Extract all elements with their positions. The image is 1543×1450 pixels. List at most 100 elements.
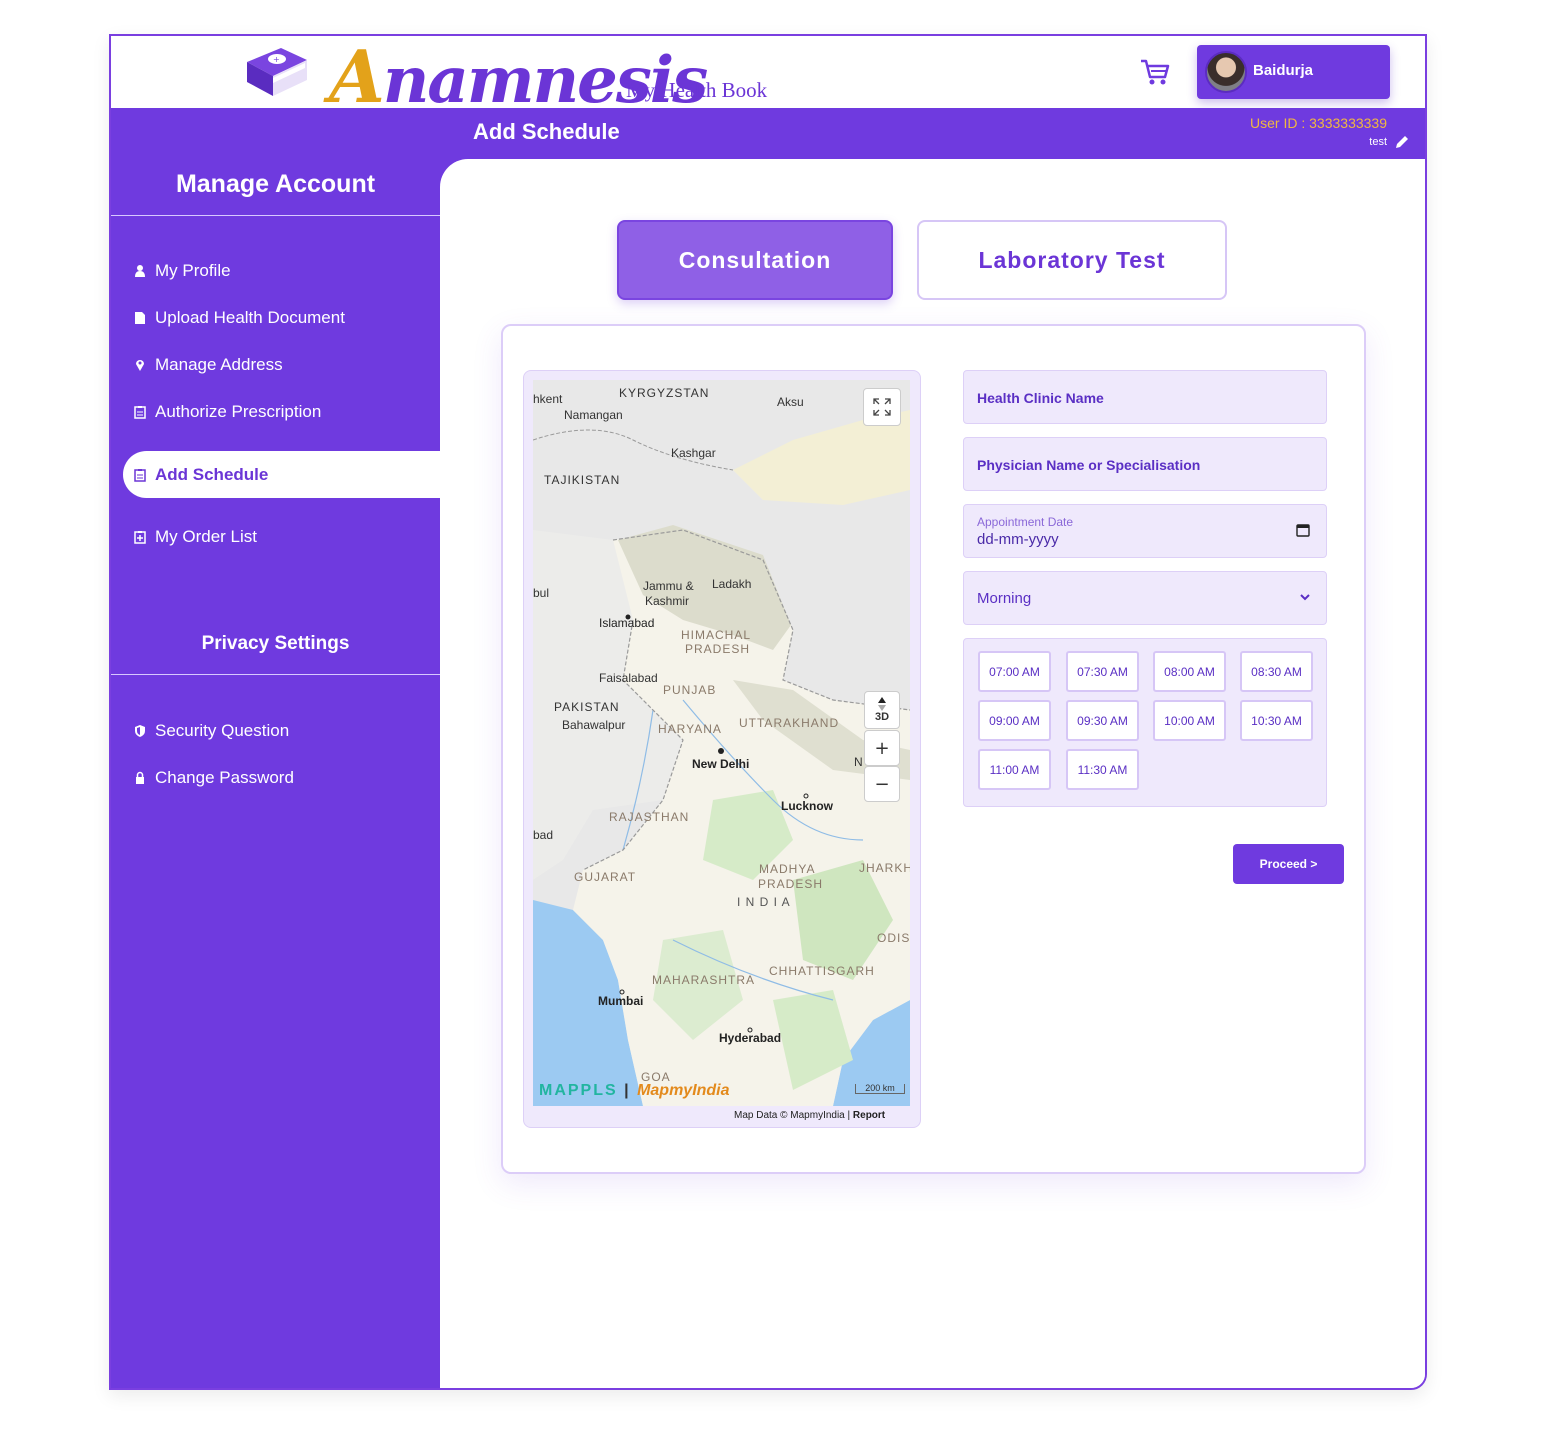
time-slot-button[interactable]: 11:00 AM bbox=[978, 749, 1051, 790]
shield-icon bbox=[135, 724, 145, 737]
proceed-button[interactable]: Proceed > bbox=[1233, 844, 1344, 884]
map-pin-icon bbox=[136, 359, 144, 371]
zoom-in-button[interactable]: + bbox=[864, 730, 900, 766]
3d-toggle-button[interactable]: 3D bbox=[864, 691, 900, 729]
map-label: MAHARASHTRA bbox=[652, 973, 756, 987]
map-label: PUNJAB bbox=[663, 683, 717, 697]
time-slot-button[interactable]: 08:00 AM bbox=[1153, 651, 1226, 692]
map-label: MADHYA bbox=[759, 862, 816, 876]
sidebar-item-add-schedule[interactable]: Add Schedule bbox=[123, 451, 440, 498]
appointment-date-input[interactable]: Appointment Date dd-mm-yyyy bbox=[963, 504, 1327, 558]
user-id: User ID : 3333333339 bbox=[1250, 115, 1387, 131]
compass-icon bbox=[878, 697, 886, 711]
sidebar-item-security-question[interactable]: Security Question bbox=[123, 707, 440, 754]
map-label: GUJARAT bbox=[574, 870, 637, 884]
map-label: bul bbox=[533, 586, 550, 600]
brand-tagline: My Health Book bbox=[626, 78, 768, 102]
map-label: Islamabad bbox=[599, 616, 655, 630]
time-slot-grid: 07:00 AM 07:30 AM 08:00 AM 08:30 AM 09:0… bbox=[963, 638, 1327, 807]
tab-laboratory-test[interactable]: Laboratory Test bbox=[917, 220, 1227, 300]
session-selected-value: Morning bbox=[977, 590, 1032, 607]
sidebar-item-authorize-prescription[interactable]: Authorize Prescription bbox=[123, 388, 440, 435]
map-label: Kashgar bbox=[671, 446, 716, 460]
map-label: Namangan bbox=[564, 408, 623, 422]
chevron-down-icon bbox=[1300, 594, 1310, 601]
fullscreen-button[interactable] bbox=[863, 388, 901, 426]
report-link[interactable]: Report bbox=[853, 1110, 885, 1121]
map-label: N bbox=[854, 755, 863, 769]
user-name: Baidurja bbox=[1253, 62, 1314, 79]
top-header: + Anamnesis My Health Book Baidurja bbox=[111, 36, 1425, 119]
map-label: HARYANA bbox=[658, 722, 722, 736]
sidebar-heading: Manage Account bbox=[175, 170, 376, 198]
title-bar: Add Schedule User ID : 3333333339 test bbox=[111, 108, 1425, 159]
sidebar-item-change-password[interactable]: Change Password bbox=[123, 754, 440, 801]
3d-label: 3D bbox=[874, 711, 890, 723]
sidebar-item-my-profile[interactable]: My Profile bbox=[123, 247, 440, 294]
session-select[interactable]: Morning bbox=[963, 571, 1327, 625]
sidebar-item-label: Manage Address bbox=[155, 354, 283, 374]
svg-text:+: + bbox=[273, 55, 280, 64]
sidebar-item-label: Add Schedule bbox=[155, 464, 269, 484]
sidebar-item-label: Authorize Prescription bbox=[155, 401, 322, 421]
time-slot-button[interactable]: 10:00 AM bbox=[1153, 700, 1226, 741]
map-view[interactable]: KYRGYZSTAN hkent Namangan Aksu Kashgar T… bbox=[533, 380, 910, 1106]
sidebar: Manage Account My Profile Upload Health … bbox=[111, 159, 440, 1388]
sidebar-item-label: My Profile bbox=[155, 260, 231, 280]
map-label: Ladakh bbox=[712, 577, 752, 591]
divider bbox=[111, 215, 440, 216]
time-slot-button[interactable]: 11:30 AM bbox=[1066, 749, 1139, 790]
tab-consultation[interactable]: Consultation bbox=[617, 220, 893, 300]
map-label: ODIS bbox=[877, 931, 910, 945]
clipboard-icon bbox=[134, 405, 146, 419]
time-slot-button[interactable]: 10:30 AM bbox=[1240, 700, 1313, 741]
map-label: RAJASTHAN bbox=[609, 810, 690, 824]
divider bbox=[111, 674, 440, 675]
sidebar-item-label: Change Password bbox=[155, 767, 294, 787]
sidebar-item-label: My Order List bbox=[155, 526, 258, 546]
map-label: PRADESH bbox=[758, 877, 824, 891]
user-subtext: test bbox=[1369, 136, 1387, 148]
map-label: PRADESH bbox=[685, 642, 751, 656]
map-label: HIMACHAL bbox=[681, 628, 752, 642]
map-label: bad bbox=[533, 828, 554, 842]
map-scale: 200 km bbox=[855, 1084, 905, 1094]
sidebar-item-my-order-list[interactable]: My Order List bbox=[123, 513, 440, 560]
pencil-icon[interactable] bbox=[1395, 135, 1409, 149]
map-label: Hyderabad bbox=[719, 1031, 782, 1045]
health-clinic-name-input[interactable]: Health Clinic Name bbox=[963, 370, 1327, 424]
map-label: Mumbai bbox=[598, 994, 644, 1008]
time-slot-button[interactable]: 07:30 AM bbox=[1066, 651, 1139, 692]
map-label: Jammu & bbox=[643, 579, 694, 593]
privacy-settings-heading: Privacy Settings bbox=[201, 633, 350, 654]
clipboard-plus-icon bbox=[134, 530, 146, 544]
avatar bbox=[1205, 51, 1247, 93]
clinic-placeholder: Health Clinic Name bbox=[977, 390, 1104, 406]
calendar-icon[interactable] bbox=[1296, 523, 1310, 537]
cart-icon[interactable] bbox=[1139, 58, 1171, 86]
map-label: PAKISTAN bbox=[554, 700, 620, 714]
user-menu-button[interactable]: Baidurja bbox=[1197, 45, 1390, 99]
time-slot-button[interactable]: 09:30 AM bbox=[1066, 700, 1139, 741]
date-value: dd-mm-yyyy bbox=[977, 531, 1059, 548]
map-label: CHHATTISGARH bbox=[769, 964, 875, 978]
expand-icon bbox=[873, 398, 891, 416]
physician-input[interactable]: Physician Name or Specialisation bbox=[963, 437, 1327, 491]
map-label: Kashmir bbox=[645, 594, 690, 608]
lock-icon bbox=[136, 771, 144, 784]
brand-logo-text: Anamnesis bbox=[329, 34, 708, 119]
time-slot-button[interactable]: 07:00 AM bbox=[978, 651, 1051, 692]
sidebar-item-upload-health-document[interactable]: Upload Health Document bbox=[123, 294, 440, 341]
page-title: Add Schedule bbox=[473, 119, 620, 144]
time-slot-button[interactable]: 08:30 AM bbox=[1240, 651, 1313, 692]
zoom-out-button[interactable]: − bbox=[864, 766, 900, 802]
time-slot-button[interactable]: 09:00 AM bbox=[978, 700, 1051, 741]
map-label: Lucknow bbox=[781, 799, 834, 813]
map-label: Aksu bbox=[777, 395, 804, 409]
sidebar-item-manage-address[interactable]: Manage Address bbox=[123, 341, 440, 388]
clipboard-icon bbox=[134, 468, 146, 482]
map-container: KYRGYZSTAN hkent Namangan Aksu Kashgar T… bbox=[523, 370, 921, 1128]
map-canvas bbox=[533, 380, 910, 1106]
date-label: Appointment Date bbox=[977, 515, 1074, 529]
user-icon bbox=[135, 264, 145, 277]
